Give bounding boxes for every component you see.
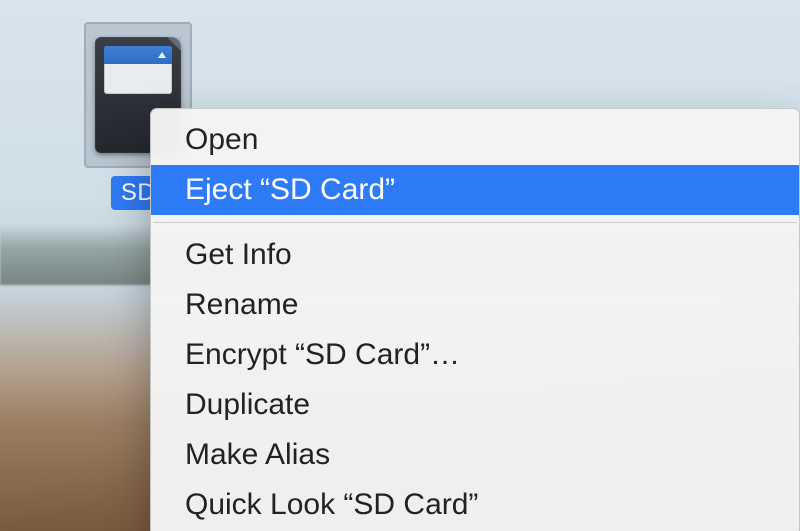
menu-item-open[interactable]: Open	[151, 115, 799, 165]
context-menu: Open Eject “SD Card” Get Info Rename Enc…	[150, 108, 800, 531]
menu-item-encrypt[interactable]: Encrypt “SD Card”…	[151, 330, 799, 380]
menu-separator	[153, 222, 797, 223]
up-arrow-icon	[158, 52, 166, 58]
menu-item-duplicate[interactable]: Duplicate	[151, 380, 799, 430]
menu-item-quick-look[interactable]: Quick Look “SD Card”	[151, 480, 799, 530]
menu-item-eject[interactable]: Eject “SD Card”	[151, 165, 799, 215]
menu-item-rename[interactable]: Rename	[151, 280, 799, 330]
menu-item-make-alias[interactable]: Make Alias	[151, 430, 799, 480]
menu-item-get-info[interactable]: Get Info	[151, 230, 799, 280]
